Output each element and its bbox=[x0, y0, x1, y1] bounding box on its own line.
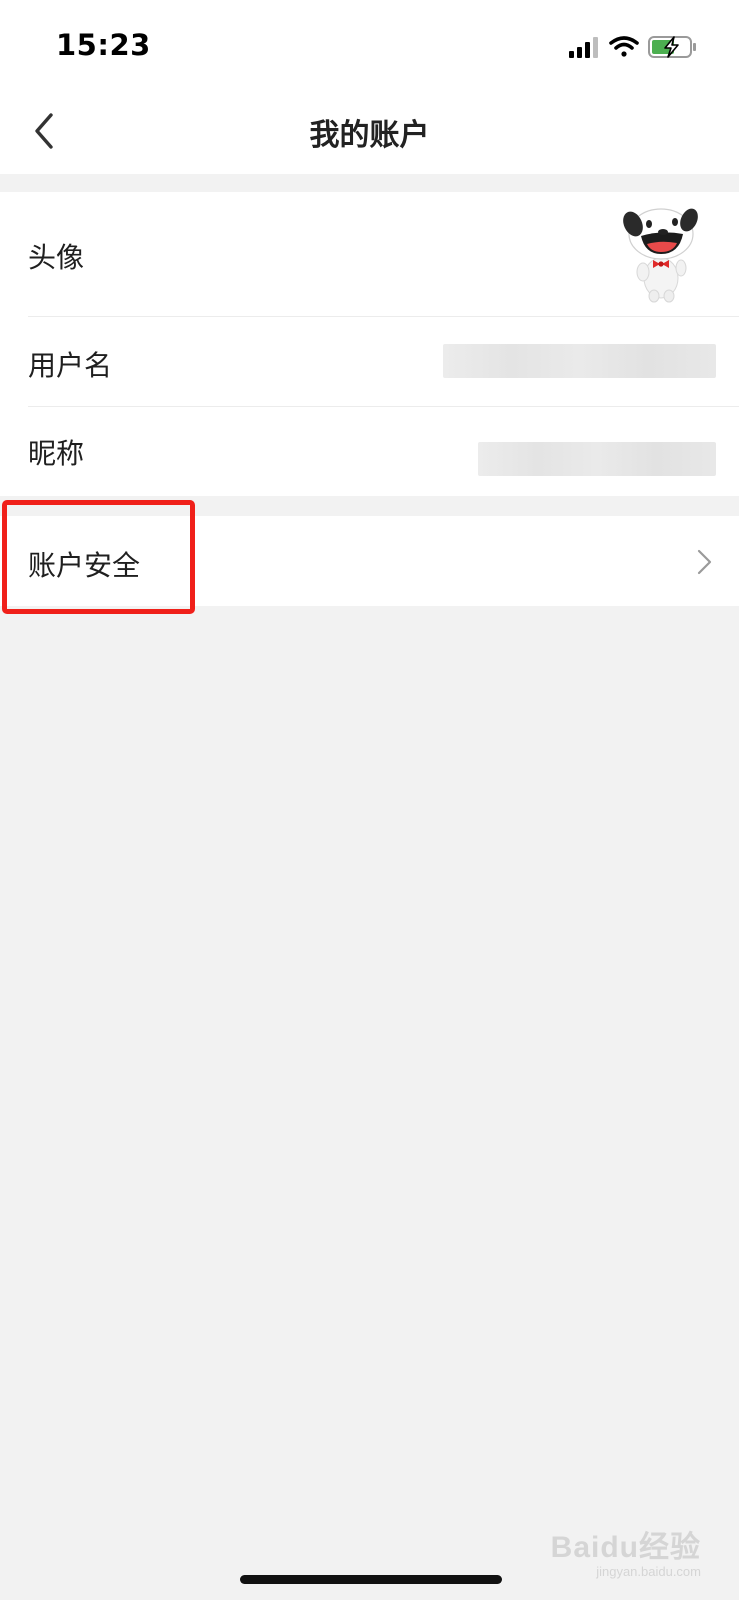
chevron-right-icon bbox=[697, 549, 712, 575]
watermark-logo: Baidu经验 bbox=[550, 1531, 701, 1564]
watermark-url: jingyan.baidu.com bbox=[596, 1564, 701, 1579]
status-time: 15:23 bbox=[56, 28, 151, 62]
signal-icon bbox=[569, 37, 598, 58]
status-bar: 15:23 bbox=[0, 0, 739, 88]
nickname-row[interactable]: 昵称 bbox=[0, 406, 739, 496]
account-security-row[interactable]: 账户安全 bbox=[0, 516, 739, 606]
page-title: 我的账户 bbox=[309, 118, 430, 153]
status-icons bbox=[565, 34, 705, 60]
mascot-avatar-icon bbox=[623, 208, 698, 303]
home-indicator[interactable] bbox=[240, 1575, 502, 1584]
watermark: Baidu经验 jingyan.baidu.com bbox=[551, 1522, 701, 1579]
nickname-value-blurred bbox=[478, 442, 716, 476]
nav-bar: 我的账户 bbox=[0, 88, 739, 174]
profile-info-group: 头像 用户名 昵称 bbox=[0, 192, 739, 496]
username-row[interactable]: 用户名 bbox=[0, 316, 739, 406]
avatar-row[interactable]: 头像 bbox=[0, 192, 739, 316]
username-label: 用户名 bbox=[28, 349, 113, 382]
avatar-label: 头像 bbox=[28, 241, 85, 274]
security-group: 账户安全 bbox=[0, 516, 739, 606]
nickname-label: 昵称 bbox=[28, 437, 85, 470]
username-value-blurred bbox=[443, 344, 716, 378]
battery-charging-icon bbox=[648, 36, 696, 58]
account-security-label: 账户安全 bbox=[28, 549, 141, 582]
status-icons-svg bbox=[569, 36, 696, 58]
wifi-icon bbox=[609, 36, 639, 57]
avatar[interactable] bbox=[617, 204, 703, 304]
